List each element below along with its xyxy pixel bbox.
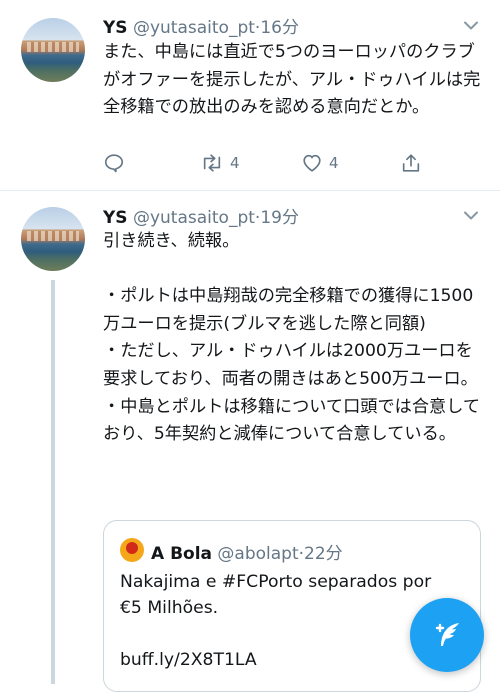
compose-tweet-icon (435, 623, 459, 646)
like-count: 4 (329, 154, 339, 172)
quoted-avatar (120, 538, 144, 562)
handle[interactable]: @yutasaito_pt (133, 208, 255, 228)
share-icon (402, 154, 420, 172)
tweet-text: また、中島には直近で5つのヨーロッパのクラブがオファーを提示したが、アル・ドゥハ… (103, 42, 481, 118)
timestamp[interactable]: 19分 (260, 208, 299, 228)
quoted-display-name: A Bola (151, 544, 213, 564)
chevron-down-icon[interactable] (464, 21, 478, 30)
thread-line (51, 280, 55, 684)
quoted-tweet-header: A Bola @abolapt·22分 (151, 539, 343, 564)
display-name[interactable]: YS (103, 18, 128, 38)
timestamp[interactable]: 16分 (260, 18, 299, 38)
heart-icon (303, 154, 321, 172)
reply-button[interactable] (103, 148, 125, 178)
tweet-text: 引き続き、続報。 ・ポルトは中島翔哉の完全移籍での獲得に1500万ユーロを提示(… (103, 231, 481, 445)
compose-tweet-button[interactable] (410, 598, 484, 672)
retweet-count: 4 (230, 154, 240, 172)
retweet-icon (203, 154, 221, 172)
tweet-header: YS @yutasaito_pt·19分 (103, 203, 299, 228)
quoted-timestamp: 22分 (304, 544, 343, 564)
reply-icon (104, 154, 124, 173)
quoted-handle: @abolapt (217, 544, 299, 564)
tweet[interactable]: YS @yutasaito_pt·16分 また、中島には直近で5つのヨーロッパの… (0, 0, 500, 191)
avatar[interactable] (21, 207, 85, 271)
display-name[interactable]: YS (103, 208, 128, 228)
chevron-down-icon[interactable] (464, 211, 478, 220)
tweet-actions: 4 4 (103, 148, 433, 178)
avatar[interactable] (21, 18, 85, 82)
handle[interactable]: @yutasaito_pt (133, 18, 255, 38)
share-button[interactable] (400, 148, 422, 178)
retweet-button[interactable]: 4 (200, 148, 240, 178)
like-button[interactable]: 4 (301, 148, 339, 178)
tweet-header: YS @yutasaito_pt·16分 (103, 13, 299, 38)
